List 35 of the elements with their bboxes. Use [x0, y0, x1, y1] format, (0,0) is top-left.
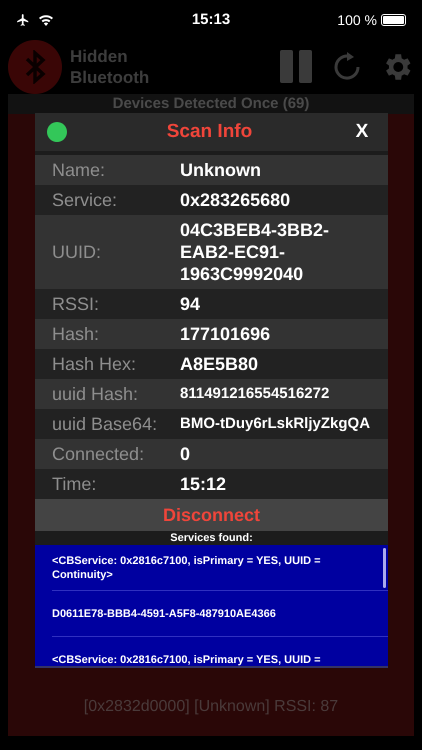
battery-percent: 100 %: [337, 10, 377, 30]
scroll-indicator: [383, 548, 386, 588]
service-row[interactable]: D0611E78-BBB4-4591-A5F8-487910AE4366: [52, 591, 388, 637]
field-value: 0x283265680: [180, 189, 292, 211]
status-time: 15:13: [192, 10, 230, 30]
field-label: Hash Hex:: [52, 353, 138, 375]
service-row[interactable]: <CBService: 0x2816c7100, isPrimary = YES, UUID =: [52, 637, 388, 666]
field-value: 94: [180, 293, 202, 315]
field-label: RSSI:: [52, 293, 100, 315]
battery-icon: [381, 14, 406, 26]
bluetooth-logo-icon: [8, 40, 62, 94]
field-label: uuid Hash:: [52, 383, 140, 405]
field-label: Name:: [52, 159, 106, 181]
field-label: Connected:: [52, 443, 146, 465]
field-label: UUID:: [52, 241, 102, 263]
field-value: Unknown: [180, 159, 262, 181]
section-header: Devices Detected Once (69): [8, 94, 414, 114]
pause-icon[interactable]: [280, 50, 314, 83]
services-label: Services found:: [169, 531, 254, 545]
wifi-icon: [38, 14, 54, 26]
field-value: 04C3BEB4-3BB2-EAB2-EC91-1963C9992040: [180, 219, 330, 285]
field-label: Time:: [52, 473, 98, 495]
field-label: uuid Base64:: [52, 413, 158, 435]
dialog-title: Scan Info: [166, 120, 254, 144]
field-value: BMO-tDuy6rLskRljyZkgQA: [180, 414, 372, 434]
field-label: Service:: [52, 189, 118, 211]
field-value: 15:12: [180, 473, 228, 495]
app-title: Hidden Bluetooth: [70, 46, 150, 88]
close-button[interactable]: X: [352, 118, 372, 146]
airplane-icon: [16, 13, 30, 27]
field-value: 177101696: [180, 323, 272, 345]
field-label: Hash:: [52, 323, 100, 345]
field-value: 811491216554516272: [180, 384, 330, 404]
field-value: A8E5B80: [180, 353, 260, 375]
field-value: 0: [180, 443, 192, 465]
